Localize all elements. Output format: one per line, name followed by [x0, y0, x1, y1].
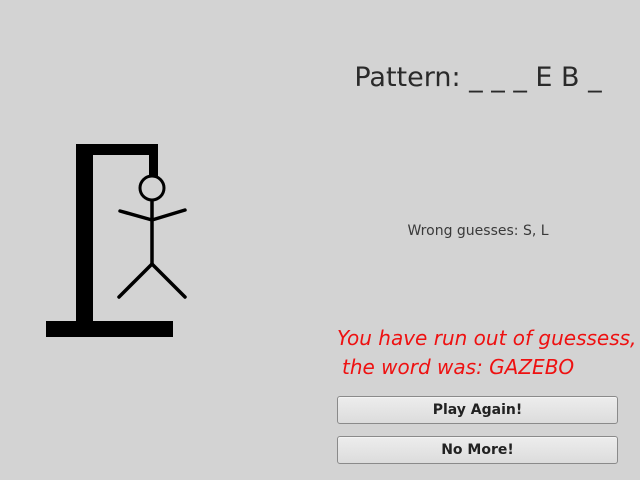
game-over-message: You have run out of guessess, the word w… — [337, 324, 637, 382]
hangman-head — [138, 174, 166, 202]
play-again-button[interactable]: Play Again! — [337, 396, 618, 424]
hangman-left-leg — [117, 262, 154, 299]
hangman-right-leg — [150, 262, 187, 299]
gallows-base — [46, 321, 173, 337]
hangman-left-arm — [118, 209, 154, 222]
gallows-beam — [76, 144, 158, 155]
wrong-guesses: Wrong guesses: S, L — [407, 223, 549, 239]
gallows-rope — [149, 144, 158, 176]
game-over-line-1: You have run out of guessess, — [337, 326, 637, 350]
word-pattern: Pattern: _ _ _ E B _ — [354, 62, 602, 93]
no-more-button[interactable]: No More! — [337, 436, 618, 464]
gallows-post — [76, 144, 93, 324]
hangman-right-arm — [150, 208, 187, 222]
game-over-line-2: the word was: GAZEBO — [342, 355, 575, 379]
